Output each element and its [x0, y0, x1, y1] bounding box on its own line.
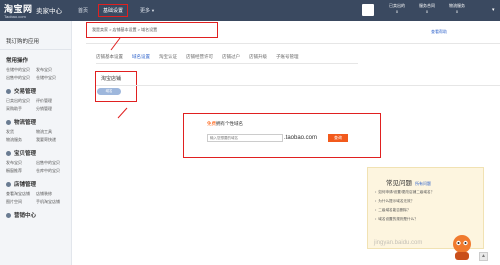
- user-menu-chevron-icon[interactable]: ▾: [492, 7, 495, 13]
- domain-suffix: .taobao.com: [284, 135, 318, 141]
- faq-list: 如何申请/设置/更改店铺二级域名？ 为什么提示域名无效？ 二级域名能否删除？ 域…: [375, 188, 434, 224]
- sidebar-item[interactable]: 出售中的宝贝: [36, 160, 72, 166]
- truck-icon: [6, 119, 11, 125]
- free-label: 免费: [207, 121, 216, 126]
- logo-domain: Taobao.com: [4, 14, 26, 19]
- shop-title: 淘宝店铺: [101, 76, 122, 82]
- sidebar-section-items: 宝贝管理 发布宝贝 出售中的宝贝 橱窗推荐 仓库中的宝贝: [0, 143, 71, 174]
- query-button[interactable]: 查询: [328, 134, 348, 142]
- sidebar: 我订购的应用 常用操作 仓储中的宝贝 发布宝贝 出售中的宝贝 仓储中宝贝 交易管…: [0, 21, 72, 265]
- stat-value: 0: [455, 9, 459, 14]
- nav-more-label: 更多: [140, 8, 151, 14]
- sidebar-section-logistics: 物流管理 发货 物流工具 物流服务 我要寄快递: [0, 112, 71, 143]
- sidebar-item[interactable]: 橱窗推荐: [6, 168, 36, 174]
- faq-heading: 常见问题: [386, 180, 412, 187]
- breadcrumb[interactable]: 我是卖家 > 店铺基本设置 > 域名设置: [92, 27, 157, 33]
- sidebar-section-title: 宝贝管理: [14, 151, 37, 157]
- sidebar-item[interactable]: 已卖出的宝贝: [6, 98, 36, 104]
- stat-value: 0: [395, 9, 399, 14]
- faq-item[interactable]: 为什么提示域名无效？: [375, 197, 434, 206]
- sidebar-heading[interactable]: 我订购的应用: [0, 21, 71, 50]
- faq-item[interactable]: 二级域名能否删除？: [375, 206, 434, 215]
- sidebar-section-trade: 交易管理 已卖出的宝贝 评价管理 采购助手 分销管理: [0, 81, 71, 112]
- seller-center-title[interactable]: 卖家中心: [36, 5, 62, 15]
- nav-home[interactable]: 首页: [78, 7, 88, 14]
- mascot-icon: [453, 235, 471, 260]
- shop-icon: [6, 181, 11, 187]
- sidebar-item[interactable]: 我要寄快递: [36, 137, 72, 143]
- tab-underline: [96, 63, 358, 64]
- faq-all-link[interactable]: 所有问题: [415, 181, 431, 186]
- top-bar: 淘宝网 Taobao.com 卖家中心 首页 基础设置 更多▼ 已卖出的 0 服…: [0, 0, 500, 21]
- annotation-arrow: [110, 37, 121, 51]
- domain-tag[interactable]: 域名: [97, 88, 121, 95]
- faq-title: 常见问题 所有问题: [386, 177, 431, 187]
- header-stats: 已卖出的 0 服务合同 0 物流服务 0: [383, 3, 471, 15]
- sidebar-item[interactable]: 评价管理: [36, 98, 72, 104]
- help-link[interactable]: 查看帮助: [431, 29, 447, 35]
- sidebar-section-title: 店铺管理: [14, 182, 37, 188]
- taobao-logo[interactable]: 淘宝网 Taobao.com: [4, 2, 33, 19]
- faq-item[interactable]: 域名设置的规则是什么？: [375, 215, 434, 224]
- sidebar-item[interactable]: 分销管理: [36, 106, 72, 112]
- trade-icon: [6, 88, 11, 94]
- top-nav: 首页 基础设置 更多▼: [78, 0, 170, 21]
- stat-value: 0: [425, 9, 429, 14]
- stat-contract[interactable]: 服务合同 0: [413, 3, 441, 15]
- box-icon: [6, 150, 11, 156]
- sidebar-section-marketing: 营销中心: [0, 205, 71, 219]
- sidebar-item[interactable]: 仓储中的宝贝: [6, 67, 36, 73]
- sidebar-item[interactable]: 采购助手: [6, 106, 36, 112]
- faq-item[interactable]: 如何申请/设置/更改店铺二级域名？: [375, 188, 434, 197]
- domain-input[interactable]: [207, 134, 283, 142]
- sidebar-item[interactable]: 仓库中的宝贝: [36, 168, 72, 174]
- sidebar-item[interactable]: 发布宝贝: [36, 67, 72, 73]
- sidebar-item[interactable]: 查看淘宝店铺: [6, 191, 36, 197]
- sidebar-item[interactable]: 仓储中宝贝: [36, 75, 72, 81]
- sidebar-item[interactable]: 手机淘宝店铺: [36, 199, 72, 205]
- domain-title: 免费拥有个性域名: [207, 121, 243, 127]
- logo-text: 淘宝网: [4, 4, 33, 14]
- sidebar-item[interactable]: 出售中的宝贝: [6, 75, 36, 81]
- sidebar-item[interactable]: 发货: [6, 129, 36, 135]
- nav-basic-settings[interactable]: 基础设置: [98, 4, 129, 17]
- sidebar-item[interactable]: 物流工具: [36, 129, 72, 135]
- stat-sold[interactable]: 已卖出的 0: [383, 3, 411, 15]
- sidebar-section-shop: 店铺管理 查看淘宝店铺 店铺装修 图片空间 手机淘宝店铺: [0, 174, 71, 205]
- stat-logistics[interactable]: 物流服务 0: [443, 3, 471, 15]
- annotation-arrow: [117, 107, 128, 119]
- sidebar-section-title: 物流管理: [14, 120, 37, 126]
- watermark: jingyan.baidu.com: [374, 240, 423, 246]
- divider: [86, 43, 500, 44]
- sidebar-item[interactable]: 发布宝贝: [6, 160, 36, 166]
- sidebar-item[interactable]: 图片空间: [6, 199, 36, 205]
- domain-title-text: 拥有个性域名: [216, 121, 243, 126]
- divider: [96, 85, 500, 86]
- sidebar-item[interactable]: 物流服务: [6, 137, 36, 143]
- sidebar-section-title: 交易管理: [14, 89, 37, 95]
- marketing-icon: [6, 212, 11, 218]
- sidebar-section-title: 常用操作: [6, 58, 29, 64]
- avatar[interactable]: [362, 4, 374, 16]
- sidebar-section-title[interactable]: 营销中心: [14, 213, 36, 219]
- sidebar-section-common: 常用操作 仓储中的宝贝 发布宝贝 出售中的宝贝 仓储中宝贝: [0, 50, 71, 81]
- chevron-down-icon: ▼: [151, 8, 156, 13]
- sidebar-item[interactable]: 店铺装修: [36, 191, 72, 197]
- scroll-top-button[interactable]: ▲: [479, 252, 488, 261]
- nav-more[interactable]: 更多▼: [140, 7, 155, 14]
